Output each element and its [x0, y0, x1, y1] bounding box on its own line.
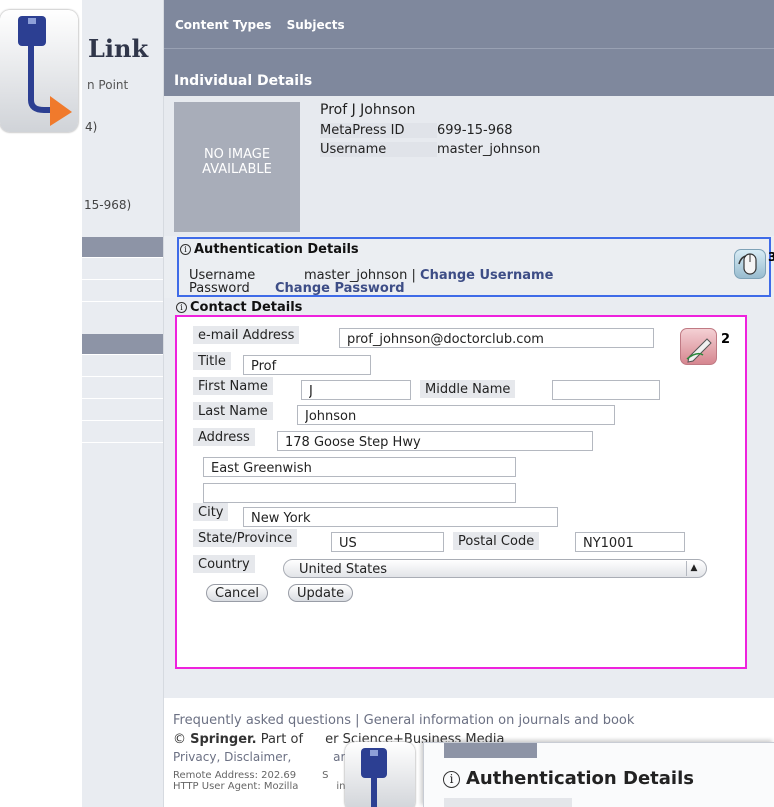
sidebar-item[interactable]: [82, 420, 163, 442]
last-name-field[interactable]: [297, 405, 615, 425]
nav-subjects[interactable]: Subjects: [287, 18, 345, 32]
page-title: Individual Details: [174, 73, 313, 89]
sidebar-item[interactable]: [82, 354, 163, 376]
postal-code-field[interactable]: [575, 532, 685, 552]
footer-links[interactable]: Frequently asked questions | General inf…: [173, 713, 634, 728]
sidebar-subtitle: n Point: [87, 78, 129, 92]
metapress-id-value: 699-15-968: [437, 123, 513, 138]
change-username-link[interactable]: Change Username: [420, 268, 553, 283]
callout-number: 3: [768, 250, 774, 264]
sidebar-section-band: [82, 237, 163, 257]
city-label: City: [193, 503, 229, 521]
zoom-header-band: [444, 743, 537, 758]
middle-name-label: Middle Name: [420, 380, 516, 398]
cancel-button[interactable]: Cancel: [206, 584, 269, 602]
http-user-agent: HTTP User Agent: Mozilla: [173, 781, 299, 792]
metapress-id-row: MetaPress ID 699-15-968: [320, 123, 513, 138]
info-logo-icon: [345, 742, 415, 807]
contact-form-frame: e-mail Address Title First Name Middle N…: [175, 315, 747, 669]
top-nav-bar: Content Types Subjects: [164, 0, 774, 48]
state-label: State/Province: [193, 529, 298, 547]
sidebar-item[interactable]: [82, 376, 163, 398]
first-name-field[interactable]: [301, 380, 411, 400]
email-field[interactable]: [339, 328, 654, 348]
change-password-link[interactable]: Change Password: [275, 281, 405, 296]
privacy-tail: ar: [333, 750, 346, 764]
state-field[interactable]: [331, 532, 444, 552]
country-select[interactable]: United States ▲: [283, 559, 707, 578]
metapress-id-label: MetaPress ID: [320, 123, 437, 138]
country-label: Country: [193, 555, 255, 573]
no-image-text: AVAILABLE: [202, 162, 272, 177]
callout-number: 2: [721, 332, 731, 347]
info-icon: i: [180, 244, 191, 255]
email-label: e-mail Address: [193, 326, 300, 344]
footer-privacy: Privacy, Disclaimer, ar: [173, 750, 345, 764]
sidebar-item[interactable]: [82, 279, 163, 301]
part-of-text: Part of: [260, 732, 304, 747]
authentication-heading: i Authentication Details: [180, 242, 359, 257]
separator: |: [411, 268, 416, 283]
zoom-row: [444, 798, 572, 807]
address-label: Address: [193, 428, 255, 446]
no-image-text: NO IMAGE: [203, 147, 271, 162]
info-icon: i: [443, 771, 460, 788]
sidebar-item[interactable]: [82, 398, 163, 420]
authentication-panel: i Authentication Details Username master_j…: [164, 236, 774, 298]
authentication-heading-text: Authentication Details: [194, 242, 359, 257]
copyright-symbol: ©: [173, 732, 186, 747]
sidebar-item[interactable]: [82, 442, 163, 464]
address-line3-field[interactable]: [203, 483, 516, 503]
first-name-label: First Name: [193, 377, 273, 395]
profile-name: Prof J Johnson: [320, 102, 416, 118]
sidebar-item[interactable]: [82, 301, 163, 323]
profile-image-placeholder: NO IMAGE AVAILABLE: [174, 102, 300, 232]
username-label: Username: [320, 142, 437, 157]
remote-address-tail: S: [322, 770, 329, 781]
address-line2-field[interactable]: [203, 457, 516, 477]
zoom-heading-text: Authentication Details: [466, 768, 694, 789]
edit-icon: 2: [680, 328, 730, 365]
country-selected-value: United States: [299, 562, 388, 577]
zoom-callout-popup: i Authentication Details: [423, 742, 774, 807]
update-button[interactable]: Update: [288, 584, 354, 602]
address-line1-field[interactable]: [277, 431, 593, 451]
contact-heading: i Contact Details: [176, 300, 302, 315]
sidebar-fragment: 15-968): [84, 198, 132, 212]
postal-code-label: Postal Code: [453, 532, 540, 550]
mouse-click-icon: 3: [734, 249, 774, 279]
title-field[interactable]: [243, 355, 371, 375]
footer-technical-info: Remote Address: 202.69 S HTTP User Agent:…: [173, 770, 349, 792]
springer-name: Springer.: [190, 732, 257, 747]
middle-name-field[interactable]: [552, 380, 660, 400]
select-arrows-icon: ▲: [686, 561, 701, 576]
username-row: Username master_johnson: [320, 142, 540, 157]
city-field[interactable]: [243, 507, 558, 527]
page-title-bar: Individual Details: [164, 48, 774, 96]
username-value: master_johnson: [437, 142, 541, 157]
left-sidebar: Link n Point 4) 15-968): [82, 0, 164, 807]
contact-heading-text: Contact Details: [190, 300, 303, 315]
sidebar-item[interactable]: [82, 257, 163, 279]
authentication-highlight-frame: i Authentication Details Username master_j…: [177, 237, 774, 297]
auth-password-label: Password: [189, 281, 250, 296]
top-nav: Content Types Subjects: [175, 18, 356, 32]
title-label: Title: [193, 352, 231, 370]
auth-password-row: Password Change Password: [189, 282, 405, 295]
site-logo-text: Link: [88, 34, 149, 63]
info-logo-icon: [0, 10, 78, 132]
zoom-heading: i Authentication Details: [443, 768, 694, 789]
privacy-links[interactable]: Privacy, Disclaimer,: [173, 750, 291, 764]
sidebar-section-band: [82, 334, 163, 354]
profile-panel: NO IMAGE AVAILABLE Prof J Johnson MetaPr…: [164, 96, 774, 236]
last-name-label: Last Name: [193, 402, 273, 420]
remote-address: Remote Address: 202.69: [173, 770, 297, 781]
sidebar-fragment: 4): [85, 120, 98, 134]
info-icon: i: [176, 302, 187, 313]
nav-content-types[interactable]: Content Types: [175, 18, 271, 32]
